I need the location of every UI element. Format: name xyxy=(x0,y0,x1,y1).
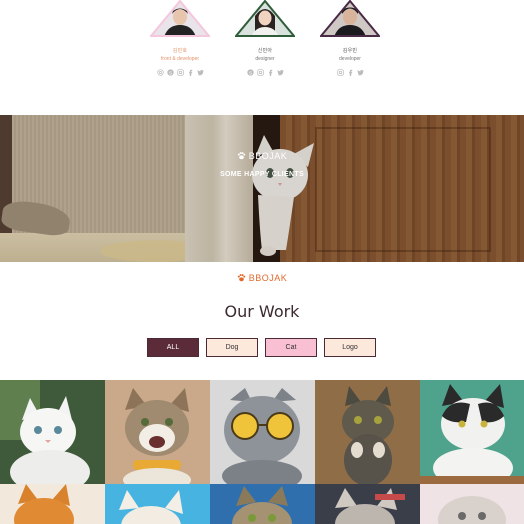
section-title: Our Work xyxy=(224,302,300,321)
filter-dog-button[interactable]: Dog xyxy=(206,338,258,357)
portfolio-filters: ALL Dog Cat Logo xyxy=(0,338,524,358)
skype-icon[interactable]: S xyxy=(166,69,174,76)
gallery-item[interactable] xyxy=(105,380,210,484)
member-photo xyxy=(235,0,295,37)
member-photo xyxy=(320,0,380,37)
gallery-item[interactable] xyxy=(315,380,420,484)
instagram-icon[interactable] xyxy=(336,69,344,76)
gallery-item[interactable] xyxy=(315,484,420,524)
social-links xyxy=(300,69,400,76)
instagram-icon[interactable] xyxy=(256,69,264,76)
member-role: developer xyxy=(339,56,361,62)
paw-icon xyxy=(237,151,246,162)
gallery-item[interactable] xyxy=(0,484,105,524)
work-brand: BBOJAK xyxy=(0,273,524,284)
filter-logo-button[interactable]: Logo xyxy=(324,338,376,357)
hero-brand-text: BBOJAK xyxy=(248,151,288,161)
hero-brand: BBOJAK xyxy=(0,151,524,162)
facebook-icon[interactable] xyxy=(347,69,354,76)
skype-icon[interactable]: S xyxy=(246,69,254,76)
gallery-item[interactable] xyxy=(0,380,105,484)
gallery-item[interactable] xyxy=(105,484,210,524)
instagram-icon[interactable] xyxy=(176,69,184,76)
team-member-3: 김우빈 developer xyxy=(300,0,400,76)
twitter-icon[interactable] xyxy=(196,69,204,76)
twitter-icon[interactable] xyxy=(276,69,284,76)
hero-subtitle: SOME HAPPY CLIENTS xyxy=(220,171,304,178)
instagram-icon[interactable] xyxy=(156,69,164,76)
member-photo xyxy=(150,0,210,37)
team-section: 김민호 front & developer S 신민아 designer S 김… xyxy=(0,0,524,115)
facebook-icon[interactable] xyxy=(187,69,194,76)
facebook-icon[interactable] xyxy=(267,69,274,76)
twitter-icon[interactable] xyxy=(356,69,364,76)
gallery-item[interactable] xyxy=(210,484,315,524)
gallery-item[interactable] xyxy=(210,380,315,484)
gallery-item[interactable] xyxy=(420,484,524,524)
paw-icon xyxy=(237,273,246,284)
work-brand-text: BBOJAK xyxy=(248,273,288,283)
gallery-item[interactable] xyxy=(420,380,524,484)
portfolio-gallery xyxy=(0,380,524,524)
hero-overlay xyxy=(0,115,524,262)
filter-cat-button[interactable]: Cat xyxy=(265,338,317,357)
member-name: 김우빈 xyxy=(342,48,358,54)
happy-clients-banner: BBOJAK SOME HAPPY CLIENTS xyxy=(0,115,524,262)
filter-all-button[interactable]: ALL xyxy=(147,338,199,357)
